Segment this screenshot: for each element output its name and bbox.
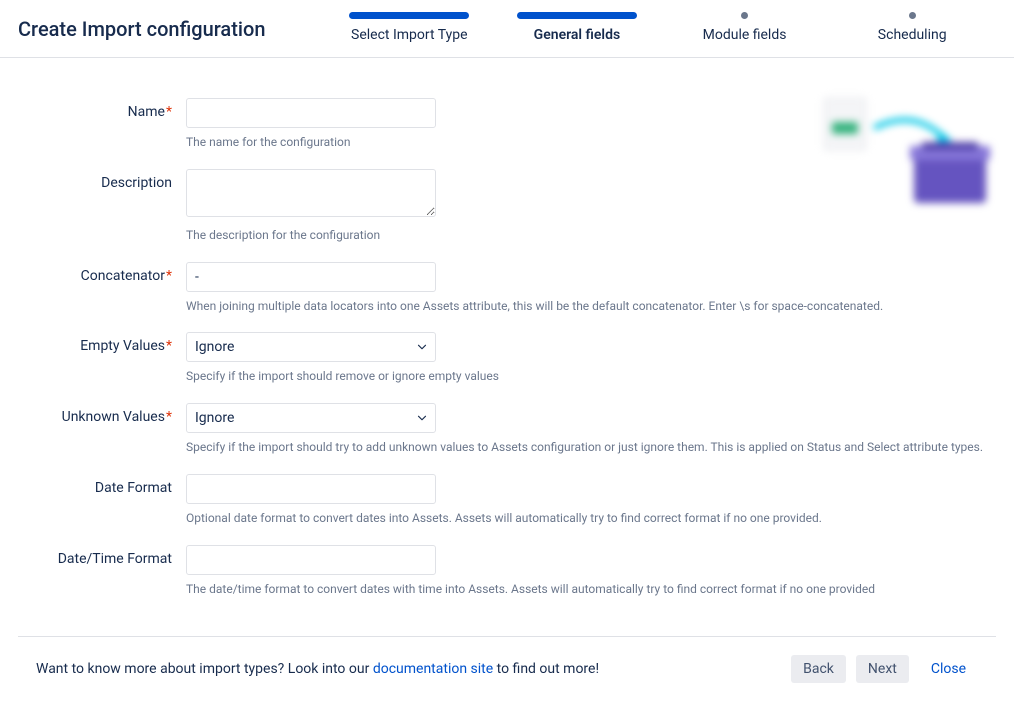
step-scheduling[interactable]: Scheduling	[828, 11, 996, 49]
stepper: Select Import Type General fields Module…	[325, 8, 996, 49]
unknown-values-help: Specify if the import should try to add …	[186, 439, 996, 456]
footer: Want to know more about import types? Lo…	[18, 636, 996, 701]
date-format-help: Optional date format to convert dates in…	[186, 510, 996, 527]
name-label: Name*	[18, 98, 186, 120]
form-row-datetime-format: Date/Time Format The date/time format to…	[18, 545, 996, 598]
step-label: Select Import Type	[351, 27, 468, 43]
concatenator-help: When joining multiple data locators into…	[186, 298, 996, 315]
form-row-concatenator: Concatenator* When joining multiple data…	[18, 262, 996, 315]
step-indicator-done	[349, 11, 469, 19]
datetime-format-help: The date/time format to convert dates wi…	[186, 581, 996, 598]
content-area: Name* The name for the configuration Des…	[0, 58, 1014, 636]
step-select-import-type[interactable]: Select Import Type	[325, 11, 493, 49]
footer-buttons: Back Next Close	[791, 655, 978, 683]
step-general-fields[interactable]: General fields	[493, 11, 661, 49]
page-title: Create Import configuration	[18, 17, 265, 41]
date-format-input[interactable]	[186, 474, 436, 504]
step-indicator-pending	[741, 11, 748, 19]
empty-values-label: Empty Values*	[18, 332, 186, 354]
form-row-unknown-values: Unknown Values* Ignore Specify if the im…	[18, 403, 996, 456]
datetime-format-label: Date/Time Format	[18, 545, 186, 567]
form-row-empty-values: Empty Values* Ignore Specify if the impo…	[18, 332, 996, 385]
concatenator-label: Concatenator*	[18, 262, 186, 284]
form-row-description: Description The description for the conf…	[18, 169, 996, 244]
description-label: Description	[18, 169, 186, 191]
name-input[interactable]	[186, 98, 436, 128]
datetime-format-input[interactable]	[186, 545, 436, 575]
step-indicator-active	[517, 11, 637, 19]
date-format-label: Date Format	[18, 474, 186, 496]
header: Create Import configuration Select Impor…	[0, 0, 1014, 58]
unknown-values-label: Unknown Values*	[18, 403, 186, 425]
back-button[interactable]: Back	[791, 655, 846, 683]
description-help: The description for the configuration	[186, 227, 996, 244]
concatenator-input[interactable]	[186, 262, 436, 292]
empty-values-select[interactable]: Ignore	[186, 332, 436, 362]
unknown-values-select[interactable]: Ignore	[186, 403, 436, 433]
close-button[interactable]: Close	[919, 655, 978, 683]
name-help: The name for the configuration	[186, 134, 996, 151]
description-input[interactable]	[186, 169, 436, 217]
next-button[interactable]: Next	[856, 655, 909, 683]
step-label: Module fields	[703, 27, 787, 43]
step-label: Scheduling	[878, 27, 947, 43]
empty-values-help: Specify if the import should remove or i…	[186, 368, 996, 385]
form-row-date-format: Date Format Optional date format to conv…	[18, 474, 996, 527]
step-label: General fields	[534, 27, 620, 43]
step-module-fields[interactable]: Module fields	[661, 11, 829, 49]
step-indicator-pending	[909, 11, 916, 19]
form-row-name: Name* The name for the configuration	[18, 98, 996, 151]
